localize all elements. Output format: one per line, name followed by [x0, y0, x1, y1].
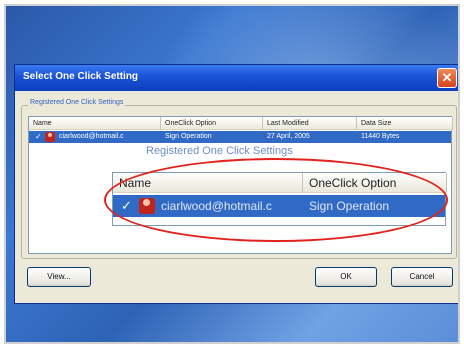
row-option: Sign Operation: [165, 133, 212, 140]
zoom-group-label: Registered One Click Settings: [146, 145, 293, 157]
user-icon: [45, 132, 55, 142]
view-button[interactable]: View...: [27, 267, 91, 287]
column-header-name[interactable]: Name: [29, 117, 161, 130]
listview-header: Name OneClick Option Last Modified Data …: [29, 117, 453, 130]
group-label: Registered One Click Settings: [28, 99, 126, 106]
checkmark-icon[interactable]: ✓: [35, 131, 42, 143]
close-icon[interactable]: ✕: [437, 68, 457, 88]
column-header-oneclick-option[interactable]: OneClick Option: [161, 117, 263, 130]
row-modified: 27 April, 2005: [267, 133, 310, 140]
column-header-last-modified[interactable]: Last Modified: [263, 117, 357, 130]
ok-button[interactable]: OK: [315, 267, 377, 287]
highlight-oval: [104, 158, 448, 242]
table-row[interactable]: ✓ ciarlwood@hotmail.c Sign Operation 27 …: [29, 131, 451, 143]
column-header-data-size[interactable]: Data Size: [357, 117, 453, 130]
row-name: ciarlwood@hotmail.c: [59, 133, 124, 140]
screenshot-frame: Select One Click Setting ✕ Registered On…: [4, 4, 460, 344]
dialog-titlebar[interactable]: Select One Click Setting ✕: [15, 65, 458, 91]
row-size: 11440 Bytes: [361, 133, 400, 140]
dialog-title: Select One Click Setting: [23, 71, 139, 82]
cancel-button[interactable]: Cancel: [391, 267, 453, 287]
